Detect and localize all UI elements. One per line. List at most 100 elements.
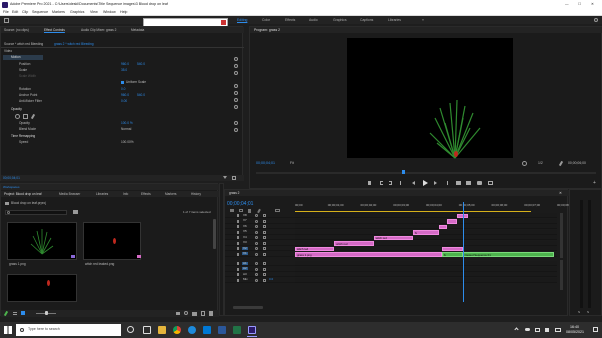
menu-help[interactable]: Help: [120, 10, 127, 15]
clock-date[interactable]: 08/05/2021: [566, 330, 584, 335]
timeline-clip[interactable]: witch red: [295, 246, 335, 251]
lock-icon[interactable]: [237, 262, 239, 265]
tab-project[interactable]: Project: Blood drop on leaf: [4, 192, 42, 196]
menu-clip[interactable]: Clip: [22, 10, 28, 15]
opacity-value[interactable]: 100.0 %: [121, 121, 133, 125]
eye-icon[interactable]: [255, 241, 258, 245]
program-timecode[interactable]: 00;00;04;01: [256, 161, 275, 166]
track-lane[interactable]: [295, 235, 557, 240]
windows-start-icon[interactable]: [4, 326, 12, 334]
source-clip-path[interactable]: Source * witch red Bleeding: [4, 42, 43, 46]
lock-icon[interactable]: [237, 267, 239, 271]
track-header[interactable]: V7: [225, 219, 295, 224]
filter-icon[interactable]: [223, 176, 227, 179]
track-lane[interactable]: [295, 277, 557, 283]
menu-view[interactable]: View: [90, 10, 98, 15]
tab-history[interactable]: History: [191, 192, 201, 196]
project-item[interactable]: grass 1.png: [7, 222, 77, 269]
eye-icon[interactable]: [255, 214, 258, 217]
task-view-icon[interactable]: [127, 326, 134, 333]
mute-icon[interactable]: [255, 267, 258, 271]
sync-lock-icon[interactable]: [263, 219, 266, 223]
close-button[interactable]: ✕: [591, 2, 594, 7]
file-explorer-icon[interactable]: [158, 326, 166, 334]
add-button-icon[interactable]: +: [593, 181, 596, 186]
sync-lock-icon[interactable]: [263, 230, 266, 234]
sync-lock-icon[interactable]: [263, 267, 266, 271]
reset-icon[interactable]: [234, 91, 238, 95]
search-icon[interactable]: [184, 311, 188, 315]
mark-out-icon[interactable]: [389, 181, 392, 185]
lock-icon[interactable]: [237, 247, 239, 250]
lock-icon[interactable]: [237, 252, 239, 256]
timeline-clip[interactable]: Nested Sequence 01: [462, 252, 555, 257]
anti-flicker-value[interactable]: 0.00: [121, 99, 127, 103]
tab-media-browser[interactable]: Media Browser: [59, 192, 80, 196]
new-item-icon[interactable]: [201, 311, 205, 316]
effect-controls-timecode[interactable]: 00;00;04;01: [3, 176, 20, 180]
lock-icon[interactable]: [237, 230, 239, 234]
tab-effect-controls[interactable]: Effect Controls: [44, 28, 65, 32]
sequence-clip-path[interactable]: grass 2 * witch red Bleeding: [54, 42, 94, 46]
onedrive-icon[interactable]: [525, 328, 530, 331]
sync-lock-icon[interactable]: [263, 214, 266, 217]
mark-in-icon[interactable]: [380, 181, 383, 185]
reset-icon[interactable]: [234, 84, 238, 88]
project-item[interactable]: witch red leaked.png: [83, 222, 143, 269]
track-header[interactable]: V3: [225, 241, 295, 246]
track-header[interactable]: V2: [225, 246, 295, 251]
menu-edit[interactable]: Edit: [12, 10, 18, 15]
camera-icon[interactable]: [477, 181, 482, 185]
tab-markers[interactable]: Markers: [165, 192, 177, 196]
reset-icon[interactable]: [234, 71, 238, 75]
premiere-icon[interactable]: [248, 326, 256, 334]
lock-icon[interactable]: [237, 214, 239, 217]
lock-icon[interactable]: [237, 278, 239, 282]
track-lane[interactable]: [295, 246, 557, 251]
network-icon[interactable]: [535, 328, 540, 332]
workspace-editing[interactable]: Editing: [237, 18, 247, 22]
maximize-button[interactable]: ☐: [578, 2, 581, 7]
sync-lock-icon[interactable]: [263, 241, 266, 245]
tab-source[interactable]: Source: (no clips): [4, 28, 29, 32]
track-header[interactable]: A1: [225, 261, 295, 266]
taskbar-search-box[interactable]: Type here to search: [16, 324, 121, 336]
lock-icon[interactable]: [237, 241, 239, 245]
sync-lock-icon[interactable]: [263, 273, 266, 276]
track-lane[interactable]: [295, 266, 557, 272]
workspace-more[interactable]: »: [422, 18, 424, 22]
playhead[interactable]: [462, 202, 464, 302]
tab-libraries[interactable]: Libraries: [96, 192, 108, 196]
project-item[interactable]: [7, 274, 77, 302]
workspace-audio[interactable]: Audio: [309, 18, 318, 22]
edge-icon[interactable]: [188, 326, 196, 334]
uniform-scale-checkbox[interactable]: [121, 81, 124, 84]
reset-icon[interactable]: [234, 128, 238, 132]
lift-icon[interactable]: [456, 181, 461, 185]
mask-rectangle-icon[interactable]: [23, 114, 28, 119]
menu-sequence[interactable]: Sequence: [32, 10, 48, 15]
sync-lock-icon[interactable]: [263, 247, 266, 250]
tab-info[interactable]: Info: [123, 192, 128, 196]
timeline-clip[interactable]: witch red: [334, 241, 374, 246]
volume-icon[interactable]: [545, 328, 549, 332]
new-bin-icon[interactable]: [192, 312, 197, 316]
track-lane[interactable]: [295, 218, 557, 224]
sync-lock-icon[interactable]: [263, 252, 266, 256]
word-icon[interactable]: [218, 326, 226, 334]
anchor-y-value[interactable]: 540.0: [137, 93, 145, 97]
reset-icon[interactable]: [234, 98, 238, 102]
automate-icon[interactable]: [176, 312, 180, 315]
excel-icon[interactable]: [233, 326, 241, 334]
position-y-value[interactable]: 540.0: [137, 62, 145, 66]
mail-icon[interactable]: [203, 326, 211, 334]
tab-sequence[interactable]: grass 2: [229, 191, 239, 195]
track-header[interactable]: V8: [225, 213, 295, 218]
workspace-libraries[interactable]: Libraries: [388, 18, 401, 22]
eye-icon[interactable]: [255, 219, 258, 223]
marker-icon[interactable]: [368, 181, 371, 185]
rotation-value[interactable]: 0.0: [121, 87, 125, 91]
timeline-clip[interactable]: [439, 224, 447, 229]
track-header[interactable]: A2: [225, 267, 295, 272]
track-header[interactable]: V4: [225, 235, 295, 240]
